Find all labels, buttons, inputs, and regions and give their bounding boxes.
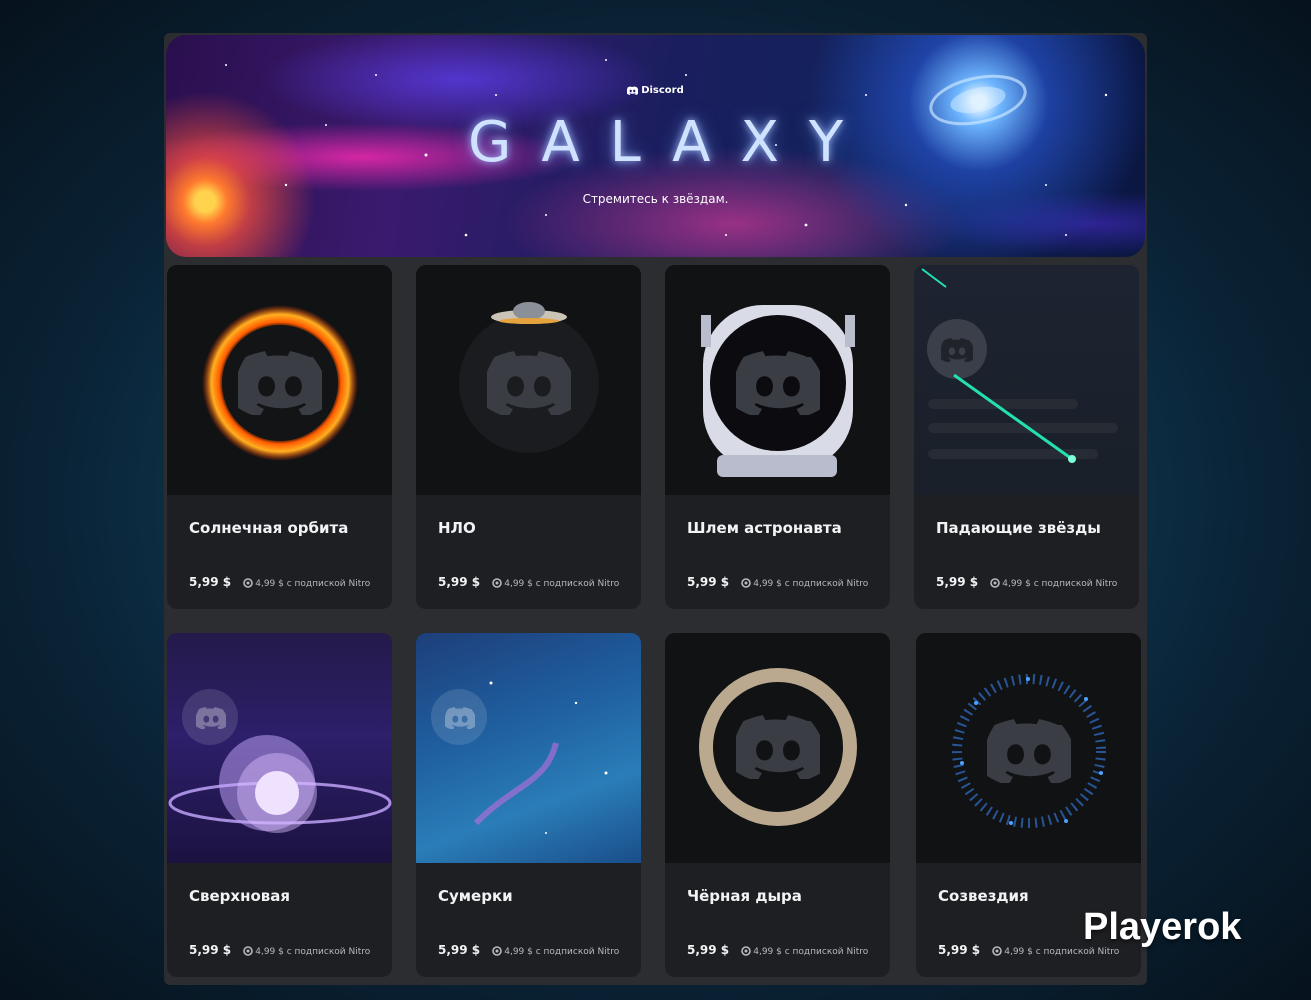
item-name: Сумерки — [438, 887, 513, 905]
item-price: 5,99 $ — [189, 575, 232, 589]
galaxy-banner: Discord GALAXY Стремитесь к звёздам. — [166, 35, 1145, 257]
item-name: Солнечная орбита — [189, 519, 349, 537]
nitro-icon — [741, 946, 752, 956]
item-name: Созвездия — [938, 887, 1029, 905]
discord-logo-icon — [627, 86, 638, 95]
item-card-twilight[interactable]: Сумерки 5,99 $ 4,99 $ с подпиской Nitro — [416, 633, 641, 977]
item-pricing: 5,99 $ 4,99 $ с подпиской Nitro — [438, 571, 619, 590]
discord-brand: Discord — [166, 85, 1145, 96]
nitro-icon — [992, 946, 1003, 956]
item-preview — [416, 633, 641, 863]
item-pricing: 5,99 $ 4,99 $ с подпиской Nitro — [189, 939, 370, 958]
nitro-icon — [243, 578, 254, 588]
nitro-price: 4,99 $ с подпиской Nitro — [740, 578, 868, 589]
nitro-price: 4,99 $ с подпиской Nitro — [242, 578, 370, 589]
item-card-solar-orbit[interactable]: Солнечная орбита 5,99 $ 4,99 $ с подписк… — [167, 265, 392, 609]
item-price: 5,99 $ — [938, 943, 981, 957]
item-price: 5,99 $ — [438, 943, 481, 957]
item-price: 5,99 $ — [687, 943, 730, 957]
item-card-ufo[interactable]: НЛО 5,99 $ 4,99 $ с подпиской Nitro — [416, 265, 641, 609]
item-preview — [916, 633, 1141, 863]
item-preview — [167, 633, 392, 863]
item-name: Сверхновая — [189, 887, 291, 905]
item-card-astronaut-helmet[interactable]: Шлем астронавта 5,99 $ 4,99 $ с подписко… — [665, 265, 890, 609]
brand-label: Discord — [641, 85, 684, 96]
item-price: 5,99 $ — [936, 575, 979, 589]
nitro-price: 4,99 $ с подпиской Nitro — [491, 946, 619, 957]
item-name: Чёрная дыра — [687, 887, 802, 905]
item-preview — [665, 633, 890, 863]
nitro-price: 4,99 $ с подпиской Nitro — [989, 578, 1117, 589]
collection-title: GALAXY — [467, 110, 874, 175]
shop-panel: Discord GALAXY Стремитесь к звёздам. Сол… — [164, 33, 1147, 985]
item-price: 5,99 $ — [189, 943, 232, 957]
item-preview — [416, 265, 641, 495]
item-preview — [665, 265, 890, 495]
nitro-icon — [990, 578, 1001, 588]
nitro-icon — [492, 578, 503, 588]
item-name: Падающие звёзды — [936, 519, 1101, 537]
item-card-supernova[interactable]: Сверхновая 5,99 $ 4,99 $ с подпиской Nit… — [167, 633, 392, 977]
item-pricing: 5,99 $ 4,99 $ с подпиской Nitro — [438, 939, 619, 958]
item-name: Шлем астронавта — [687, 519, 842, 537]
item-name: НЛО — [438, 519, 476, 537]
item-preview — [167, 265, 392, 495]
item-card-shooting-stars[interactable]: Падающие звёзды 5,99 $ 4,99 $ с подписко… — [914, 265, 1139, 609]
item-price: 5,99 $ — [438, 575, 481, 589]
nitro-icon — [741, 578, 752, 588]
nitro-price: 4,99 $ с подпиской Nitro — [740, 946, 868, 957]
item-preview — [914, 265, 1139, 495]
nitro-price: 4,99 $ с подпиской Nitro — [242, 946, 370, 957]
nitro-icon — [492, 946, 503, 956]
collection-tagline: Стремитесь к звёздам. — [582, 192, 729, 206]
item-card-black-hole[interactable]: Чёрная дыра 5,99 $ 4,99 $ с подпиской Ni… — [665, 633, 890, 977]
item-pricing: 5,99 $ 4,99 $ с подпиской Nitro — [687, 939, 868, 958]
item-pricing: 5,99 $ 4,99 $ с подпиской Nitro — [687, 571, 868, 590]
nitro-price: 4,99 $ с подпиской Nitro — [491, 578, 619, 589]
item-pricing: 5,99 $ 4,99 $ с подпиской Nitro — [189, 571, 370, 590]
playerok-watermark: Playerok — [1083, 906, 1242, 948]
nitro-icon — [243, 946, 254, 956]
item-price: 5,99 $ — [687, 575, 730, 589]
item-pricing: 5,99 $ 4,99 $ с подпиской Nitro — [936, 571, 1117, 590]
